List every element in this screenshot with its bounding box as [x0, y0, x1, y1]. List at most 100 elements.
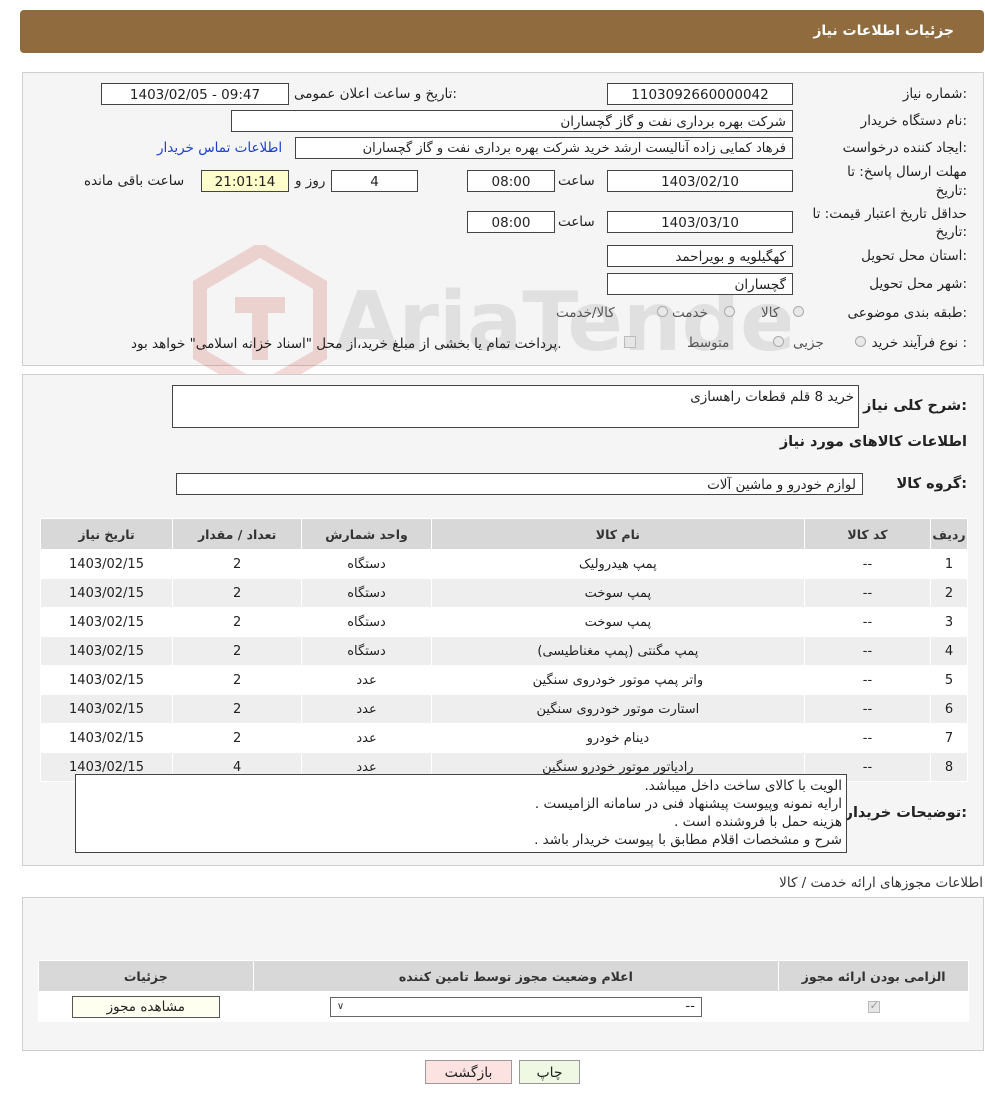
cell-permit-details: مشاهده مجوز	[38, 991, 254, 1022]
goods-group-label: گروه کالا:	[896, 476, 967, 492]
validity-date-field: 1403/03/10	[607, 211, 793, 233]
category-service-label: خدمت	[672, 305, 708, 321]
cell-date: 1403/02/15	[40, 694, 173, 724]
cell-date: 1403/02/15	[40, 636, 173, 666]
cell-row: 3	[930, 607, 968, 637]
cell-name: دینام خودرو	[430, 723, 805, 753]
days-label: روز و	[295, 173, 326, 189]
cell-qty: 2	[171, 607, 303, 637]
cell-code: --	[803, 665, 932, 695]
permit-status-select[interactable]: -- ∨	[329, 996, 702, 1017]
buyer-notes-textarea: الویت با کالای ساخت داخل میباشد. ارایه ن…	[75, 774, 847, 853]
checkmark-icon: ✓	[869, 998, 879, 1012]
announce-date-label: تاریخ و ساعت اعلان عمومی:	[294, 86, 457, 102]
cell-unit: عدد	[301, 694, 432, 724]
table-row: 4 -- پمپ مگنتی (پمپ مغناطیسی) دستگاه 2 1…	[40, 636, 968, 666]
cell-date: 1403/02/15	[40, 665, 173, 695]
cell-row: 4	[930, 636, 968, 666]
cell-date: 1403/02/15	[40, 578, 173, 608]
table-row: 1 -- پمپ هیدرولیک دستگاه 2 1403/02/15	[40, 549, 968, 579]
cell-unit: عدد	[301, 665, 432, 695]
cell-row: 8	[930, 752, 968, 782]
description-label: شرح کلی نیاز:	[863, 398, 967, 414]
permit-required-checkbox[interactable]: ✓	[867, 998, 880, 1013]
buyer-org-label: نام دستگاه خریدار:	[860, 113, 967, 129]
cell-row: 2	[930, 578, 968, 608]
cell-name: پمپ هیدرولیک	[430, 549, 805, 579]
province-label: استان محل تحویل:	[861, 248, 967, 264]
cell-name: پمپ سوخت	[430, 607, 805, 637]
cell-qty: 2	[171, 549, 303, 579]
deadline-time-field: 08:00	[467, 170, 555, 192]
buyer-note-line: ارایه نمونه وپیوست پیشنهاد فنی در سامانه…	[534, 796, 842, 812]
col-code: کد کالا	[803, 518, 932, 550]
validity-label: حداقل تاریخ اعتبار قیمت: تا	[812, 206, 967, 222]
goods-table-header: ردیف کد کالا نام کالا واحد شمارش تعداد /…	[40, 518, 968, 550]
cell-row: 6	[930, 694, 968, 724]
cell-qty: 2	[171, 723, 303, 753]
description-textarea: خرید 8 قلم قطعات راهسازی	[172, 385, 859, 428]
buyer-contact-link[interactable]: اطلاعات تماس خریدار	[157, 140, 282, 156]
province-field: کهگیلویه و بویراحمد	[607, 245, 793, 267]
col-row: ردیف	[930, 518, 968, 550]
validity-time-field: 08:00	[467, 211, 555, 233]
description-text: خرید 8 قلم قطعات راهسازی	[690, 389, 854, 405]
process-label: نوع فرآیند خرید :	[871, 335, 967, 351]
category-goods-label: کالا	[761, 305, 780, 321]
buyer-notes-label: توضیحات خریدار:	[844, 805, 967, 821]
permit-status-value: --	[685, 998, 695, 1014]
cell-qty: 2	[171, 636, 303, 666]
page-title: جزئیات اطلاعات نیاز	[813, 23, 954, 39]
cell-name: واتر پمپ موتور خودروی سنگین	[430, 665, 805, 695]
category-goods-service-label: کالا/خدمت	[556, 305, 615, 321]
cell-code: --	[803, 578, 932, 608]
permits-table: الزامی بودن ارائه مجوز اعلام وضعیت مجوز …	[38, 960, 969, 1022]
back-button[interactable]: بازگشت	[425, 1060, 512, 1084]
col-unit: واحد شمارش	[301, 518, 432, 550]
deadline-date-label: تاریخ:	[935, 183, 967, 199]
process-minor-radio[interactable]	[855, 336, 866, 347]
print-button[interactable]: چاپ	[519, 1060, 580, 1084]
table-row: 5 -- واتر پمپ موتور خودروی سنگین عدد 2 1…	[40, 665, 968, 695]
validity-date-label: تاریخ:	[935, 224, 967, 240]
buyer-note-line: هزینه حمل با فروشنده است .	[674, 814, 842, 830]
cell-code: --	[803, 694, 932, 724]
remaining-time-label: ساعت باقی مانده	[84, 173, 185, 189]
goods-group-field: لوازم خودرو و ماشین آلات	[176, 473, 863, 495]
category-goods-service-radio[interactable]	[657, 306, 668, 317]
permits-table-header: الزامی بودن ارائه مجوز اعلام وضعیت مجوز …	[38, 960, 969, 992]
cell-code: --	[803, 723, 932, 753]
treasury-payment-checkbox[interactable]	[624, 336, 636, 348]
cell-qty: 2	[171, 694, 303, 724]
creator-label: ایجاد کننده درخواست:	[842, 140, 967, 156]
table-row: 6 -- استارت موتور خودروی سنگین عدد 2 140…	[40, 694, 968, 724]
deadline-label: مهلت ارسال پاسخ: تا	[847, 164, 967, 180]
cell-row: 1	[930, 549, 968, 579]
cell-unit: دستگاه	[301, 607, 432, 637]
view-permit-button[interactable]: مشاهده مجوز	[71, 995, 220, 1018]
buyer-note-line: شرح و مشخصات اقلام مطابق با پیوست خریدار…	[534, 832, 842, 848]
category-service-radio[interactable]	[724, 306, 735, 317]
deadline-time-label: ساعت	[558, 173, 595, 189]
table-row: 2 -- پمپ سوخت دستگاه 2 1403/02/15	[40, 578, 968, 608]
cell-unit: دستگاه	[301, 549, 432, 579]
col-permit-details: جزئیات	[38, 960, 254, 992]
cell-name: پمپ سوخت	[430, 578, 805, 608]
cell-date: 1403/02/15	[40, 723, 173, 753]
process-medium-label: متوسط	[687, 335, 730, 351]
buyer-org-field: شرکت بهره برداری نفت و گاز گچساران	[231, 110, 793, 132]
process-medium-radio[interactable]	[773, 336, 784, 347]
deadline-date-field: 1403/02/10	[607, 170, 793, 192]
treasury-payment-note: پرداخت تمام یا بخشی از مبلغ خرید،از محل …	[131, 336, 562, 352]
chevron-down-icon: ∨	[336, 1000, 345, 1012]
table-row: 3 -- پمپ سوخت دستگاه 2 1403/02/15	[40, 607, 968, 637]
need-number-field: 1103092660000042	[607, 83, 793, 105]
goods-table: ردیف کد کالا نام کالا واحد شمارش تعداد /…	[40, 518, 968, 782]
cell-permit-required: ✓	[778, 991, 969, 1022]
category-goods-radio[interactable]	[793, 306, 804, 317]
cell-unit: دستگاه	[301, 578, 432, 608]
cell-name: استارت موتور خودروی سنگین	[430, 694, 805, 724]
goods-section-title: اطلاعات کالاهای مورد نیاز	[779, 434, 967, 450]
announce-date-field: 1403/02/05 - 09:47	[101, 83, 289, 105]
cell-qty: 2	[171, 578, 303, 608]
